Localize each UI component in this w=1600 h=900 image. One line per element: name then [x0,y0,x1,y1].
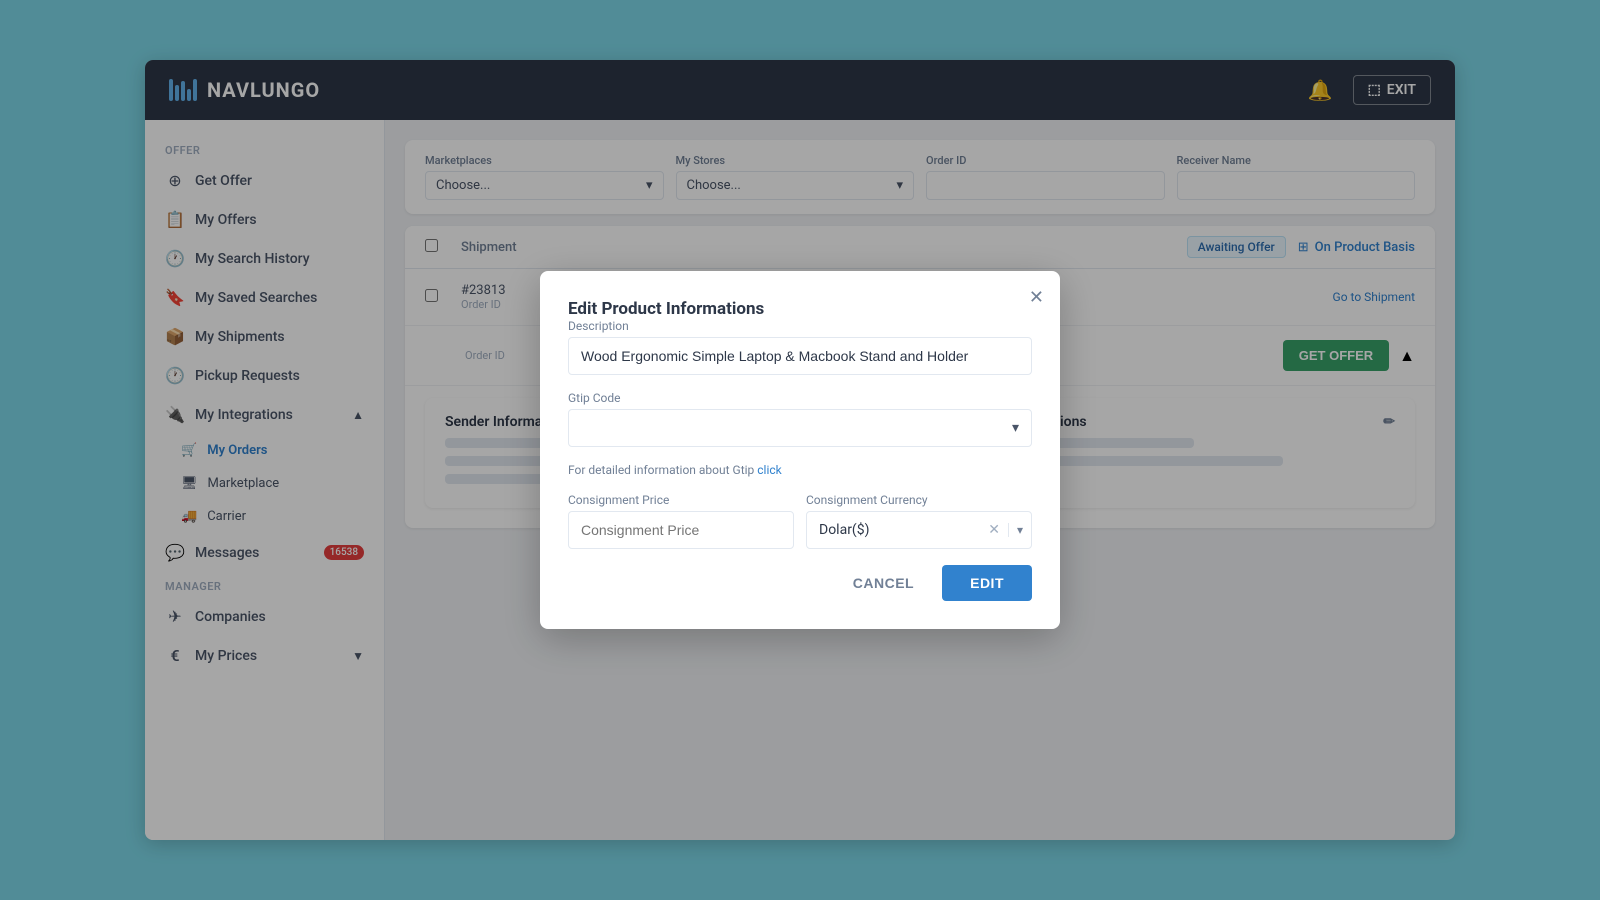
gtip-hint: For detailed information about Gtip clic… [568,463,1032,477]
edit-button[interactable]: EDIT [942,565,1032,601]
gtip-code-group: Gtip Code ▾ [568,391,1032,447]
consignment-price-group: Consignment Price [568,493,794,549]
modal-title: Edit Product Informations [568,299,764,319]
consignment-currency-group: Consignment Currency Dolar($) ✕ ▾ [806,493,1032,549]
currency-clear-icon[interactable]: ✕ [980,522,1008,538]
consignment-price-input[interactable] [568,511,794,549]
currency-value: Dolar($) [807,512,980,548]
cancel-button[interactable]: CANCEL [837,565,930,601]
modal-actions: CANCEL EDIT [568,565,1032,601]
description-input[interactable] [568,337,1032,375]
edit-product-modal: Edit Product Informations ✕ Description … [540,271,1060,629]
gtip-hint-text: For detailed information about Gtip [568,463,754,477]
consignment-price-label: Consignment Price [568,493,794,507]
modal-overlay[interactable]: Edit Product Informations ✕ Description … [0,0,1600,900]
price-currency-row: Consignment Price Consignment Currency D… [568,493,1032,549]
chevron-down-icon: ▾ [1012,420,1019,436]
description-label: Description [568,319,1032,333]
currency-field: Dolar($) ✕ ▾ [806,511,1032,549]
description-group: Description [568,319,1032,375]
gtip-code-select[interactable]: ▾ [568,409,1032,447]
gtip-code-label: Gtip Code [568,391,1032,405]
gtip-click-link[interactable]: click [757,463,781,477]
consignment-currency-label: Consignment Currency [806,493,1032,507]
modal-close-button[interactable]: ✕ [1029,287,1044,308]
currency-chevron-icon[interactable]: ▾ [1008,523,1031,537]
